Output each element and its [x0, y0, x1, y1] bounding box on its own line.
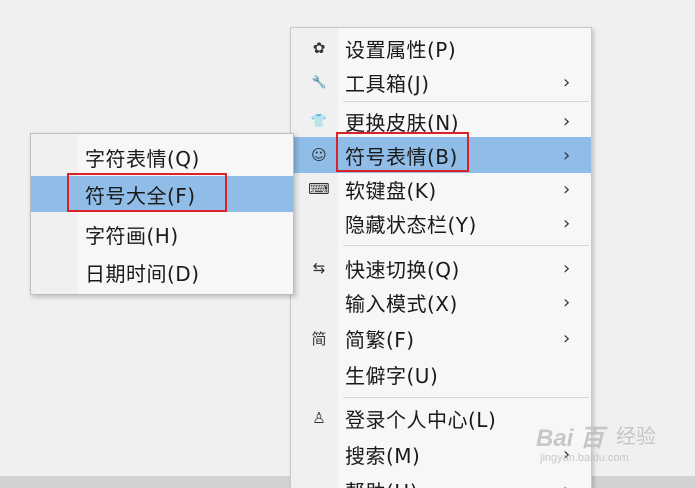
menu-item-settings[interactable]: ✿ 设置属性(P): [291, 30, 591, 66]
menu-item-label: 搜索(M): [345, 443, 421, 468]
watermark-text: 经验: [616, 424, 656, 448]
menu-separator: [343, 397, 589, 398]
chevron-right-icon: ›: [563, 71, 571, 93]
menu-item-label: 简繁(F): [345, 327, 415, 352]
chevron-right-icon: ›: [563, 110, 571, 132]
chevron-right-icon: ›: [563, 212, 571, 234]
submenu-item-char-emoticons[interactable]: 字符表情(Q): [31, 139, 293, 175]
simplified-traditional-icon: 简: [311, 329, 327, 348]
submenu-item-char-art[interactable]: 字符画(H): [31, 216, 293, 252]
menu-item-label: 软键盘(K): [345, 178, 437, 203]
gear-icon: ✿: [312, 39, 326, 57]
chevron-right-icon: ›: [563, 144, 571, 166]
baidu-logo: Bai 百: [536, 425, 605, 452]
menu-item-label: 设置属性(P): [345, 37, 457, 62]
submenu-item-label: 日期时间(D): [85, 261, 200, 286]
chevron-right-icon: ›: [563, 327, 571, 349]
smiley-icon: ☺: [311, 146, 327, 164]
menu-item-label: 符号表情(B): [345, 144, 458, 169]
menu-item-help[interactable]: 帮助(H) ›: [291, 472, 591, 488]
baidu-jingyan-watermark: Bai 百 经验 jingyan.baidu.com: [536, 418, 686, 474]
menu-item-label: 登录个人中心(L): [345, 407, 497, 432]
menu-item-rare-chars[interactable]: 生僻字(U): [291, 356, 591, 392]
submenu-item-symbol-collection[interactable]: 符号大全(F): [31, 176, 293, 212]
chevron-right-icon: ›: [563, 291, 571, 313]
menu-separator: [343, 245, 589, 246]
menu-item-soft-keyboard[interactable]: ⌨ 软键盘(K) ›: [291, 171, 591, 207]
user-icon: ♙: [312, 409, 326, 427]
menu-item-label: 输入模式(X): [345, 291, 458, 316]
menu-item-label: 帮助(H): [345, 476, 418, 488]
menu-item-label: 快速切换(Q): [345, 257, 460, 282]
keyboard-icon: ⌨: [308, 180, 330, 198]
menu-item-label: 更换皮肤(N): [345, 110, 460, 135]
switch-arrows-icon: ⇆: [312, 259, 326, 277]
submenu-item-label: 字符表情(Q): [85, 146, 200, 171]
menu-item-simplified-traditional[interactable]: 简 简繁(F) ›: [291, 320, 591, 356]
menu-item-change-skin[interactable]: 👕 更换皮肤(N) ›: [291, 103, 591, 139]
menu-item-input-mode[interactable]: 输入模式(X) ›: [291, 284, 591, 320]
menu-item-label: 工具箱(J): [345, 71, 430, 96]
chevron-right-icon: ›: [563, 178, 571, 200]
menu-item-symbols-emoji[interactable]: ☺ 符号表情(B) ›: [291, 137, 591, 173]
shirt-icon: 👕: [310, 113, 328, 129]
menu-item-label: 隐藏状态栏(Y): [345, 212, 477, 237]
menu-item-label: 生僻字(U): [345, 363, 439, 388]
symbols-submenu: 字符表情(Q) 符号大全(F) 字符画(H) 日期时间(D): [30, 133, 294, 295]
submenu-item-label: 符号大全(F): [85, 183, 196, 208]
chevron-right-icon: ›: [563, 480, 570, 488]
menu-separator: [343, 101, 589, 102]
submenu-item-label: 字符画(H): [85, 223, 179, 248]
submenu-item-date-time[interactable]: 日期时间(D): [31, 254, 293, 290]
watermark-url: jingyan.baidu.com: [540, 452, 629, 464]
menu-item-toolbox[interactable]: 🔧 工具箱(J) ›: [291, 64, 591, 100]
menu-item-quick-switch[interactable]: ⇆ 快速切换(Q) ›: [291, 250, 591, 286]
wrench-icon: 🔧: [311, 75, 327, 89]
menu-item-hide-statusbar[interactable]: 隐藏状态栏(Y) ›: [291, 205, 591, 241]
chevron-right-icon: ›: [563, 257, 571, 279]
